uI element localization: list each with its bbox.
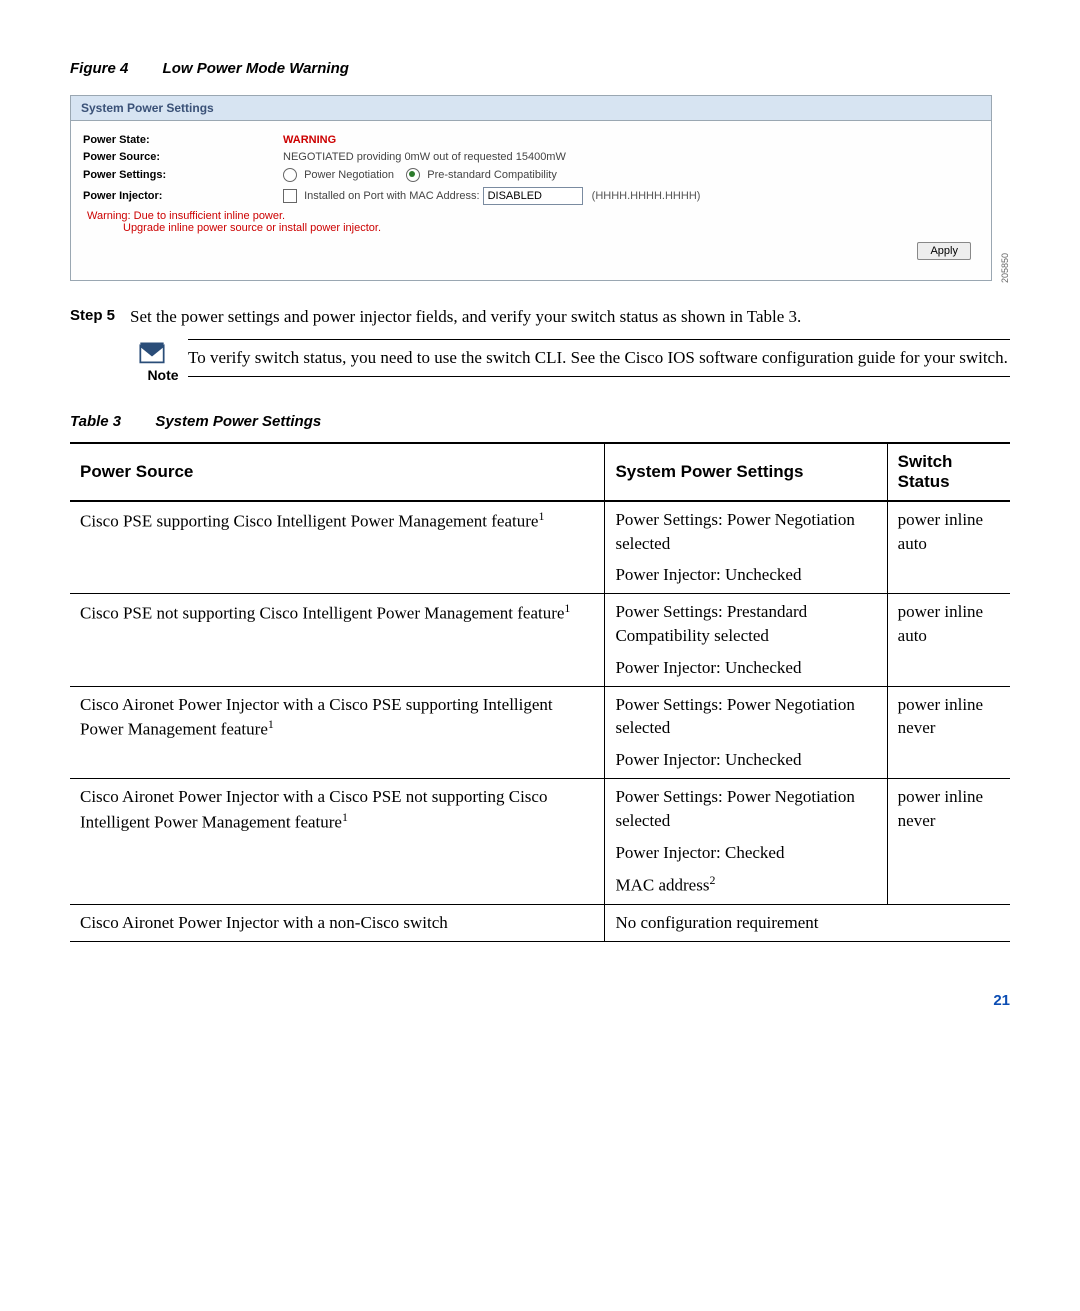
table-row: Cisco Aironet Power Injector with a Cisc… [70,778,1010,904]
image-number: 205850 [1000,253,1010,283]
note-label: Note [138,367,188,383]
th-system-settings: System Power Settings [605,443,887,501]
th-power-source: Power Source [70,443,605,501]
page-number: 21 [70,992,1010,1009]
step-label: Step 5 [70,305,130,329]
apply-button[interactable]: Apply [917,242,971,260]
table-title: System Power Settings [155,413,321,430]
note-icon [138,339,166,367]
warning-line-2: Upgrade inline power source or install p… [123,222,979,234]
injector-check-label: Installed on Port with MAC Address: [304,190,479,202]
table-row: Cisco PSE not supporting Cisco Intellige… [70,594,1010,686]
power-source-value: NEGOTIATED providing 0mW out of requeste… [283,151,566,163]
power-negotiation-radio[interactable] [283,168,297,182]
table-row: Cisco Aironet Power Injector with a Cisc… [70,686,1010,778]
power-negotiation-label: Power Negotiation [304,169,394,181]
system-power-panel: System Power Settings Power State: WARNI… [70,95,992,281]
figure-caption: Figure 4 Low Power Mode Warning [70,60,1010,77]
note-text: To verify switch status, you need to use… [188,340,1010,376]
panel-header: System Power Settings [71,96,991,121]
power-settings-label: Power Settings: [83,169,283,181]
panel-body: Power State: WARNING Power Source: NEGOT… [71,121,991,280]
mac-address-input[interactable] [483,187,583,205]
th-switch-status: Switch Status [887,443,1010,501]
prestandard-radio[interactable] [406,168,420,182]
prestandard-label: Pre-standard Compatibility [427,169,557,181]
table-row: Cisco Aironet Power Injector with a non-… [70,904,1010,941]
step-5: Step 5 Set the power settings and power … [70,305,1010,329]
warning-line-1: Warning: Due to insufficient inline powe… [87,210,979,222]
table-label: Table 3 [70,413,121,430]
figure-label: Figure 4 [70,60,128,77]
mac-hint: (HHHH.HHHH.HHHH) [592,190,701,202]
power-source-label: Power Source: [83,151,283,163]
note-block: Note To verify switch status, you need t… [138,339,1010,383]
table-row: Cisco PSE supporting Cisco Intelligent P… [70,501,1010,594]
figure-title: Low Power Mode Warning [163,60,349,77]
power-state-value: WARNING [283,134,336,146]
step-text: Set the power settings and power injecto… [130,305,1010,329]
settings-table: Power Source System Power Settings Switc… [70,442,1010,942]
power-state-label: Power State: [83,134,283,146]
injector-checkbox[interactable] [283,189,297,203]
power-injector-label: Power Injector: [83,190,283,202]
table-caption: Table 3 System Power Settings [70,413,1010,430]
